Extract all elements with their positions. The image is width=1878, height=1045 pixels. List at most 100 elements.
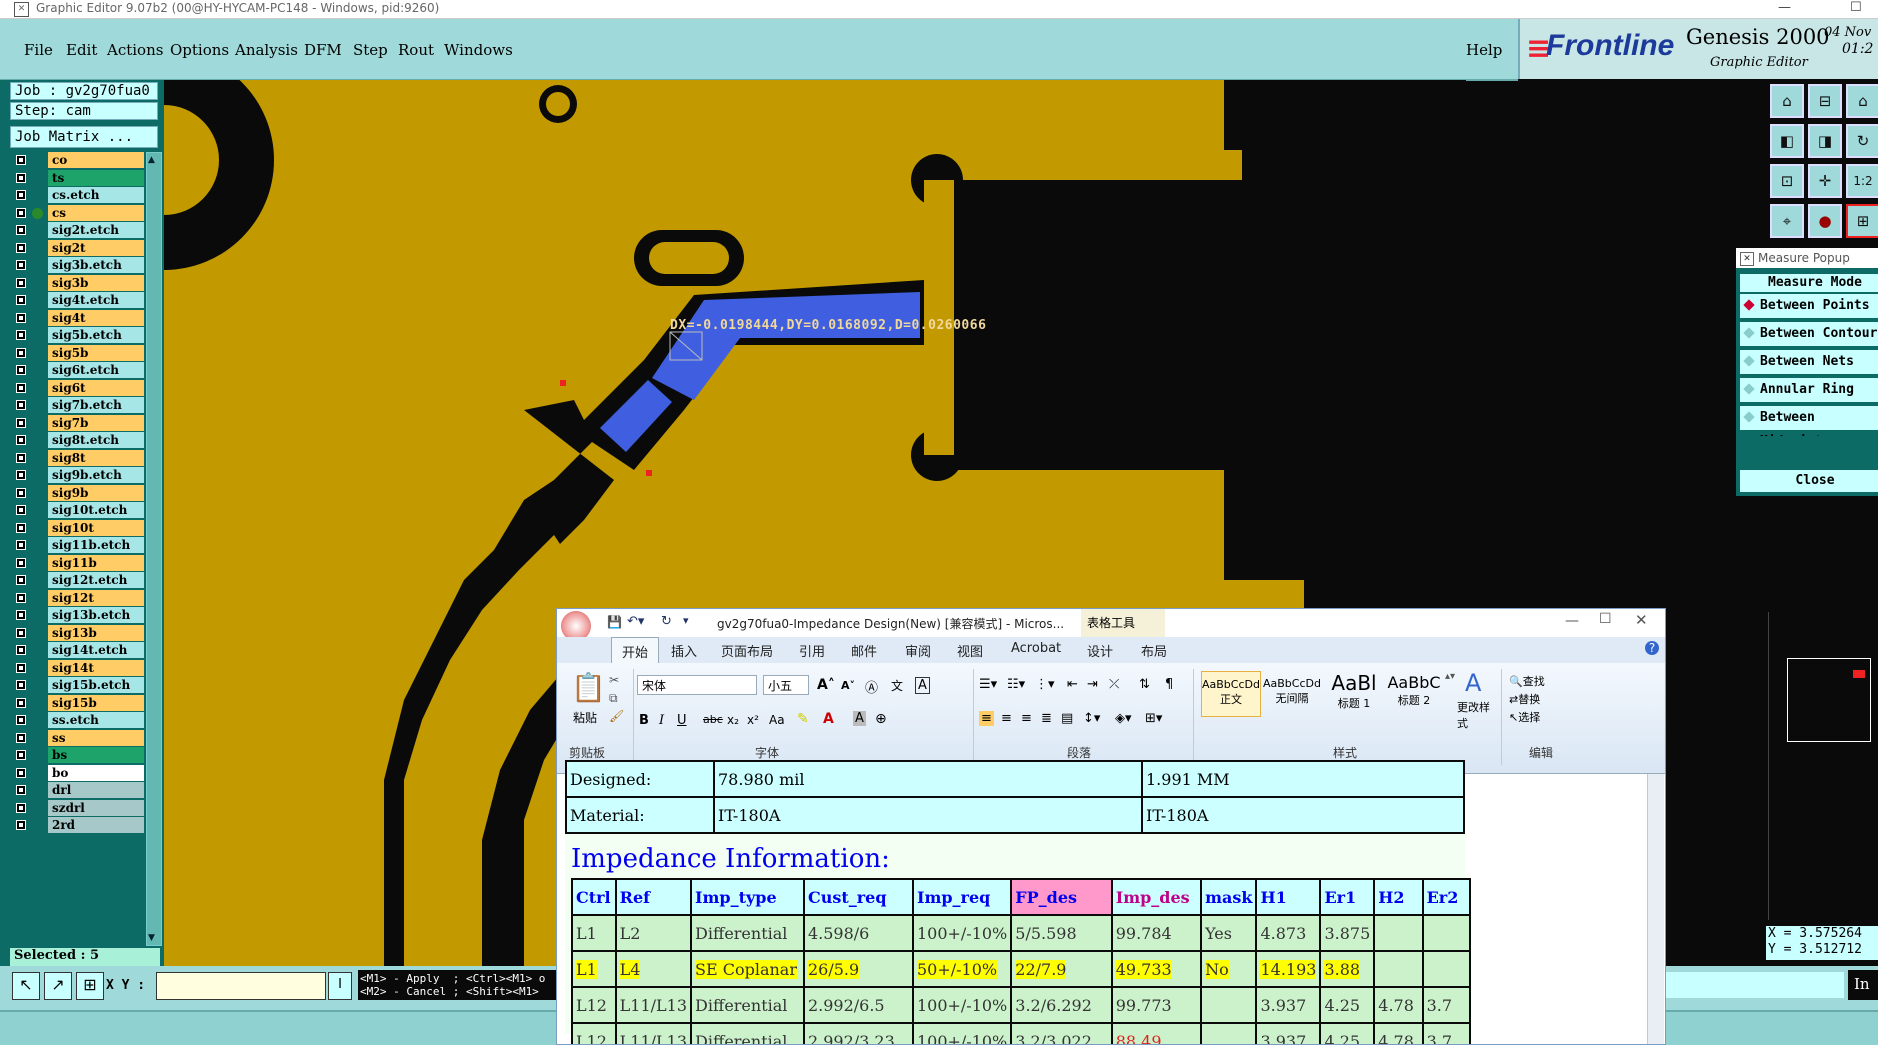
layer-checkbox[interactable] xyxy=(16,260,26,270)
menu-rout[interactable]: Rout xyxy=(398,41,434,59)
layer-scrollbar[interactable]: ▲ ▼ xyxy=(146,152,162,946)
change-case-icon[interactable]: Aa xyxy=(769,713,785,727)
table-cell[interactable]: 3.7 xyxy=(1423,987,1470,1023)
layer-row[interactable]: sig15b xyxy=(14,695,132,712)
layer-name[interactable]: szdrl xyxy=(48,800,144,816)
close-button[interactable]: Close xyxy=(1740,470,1878,492)
layer-checkbox[interactable] xyxy=(16,435,26,445)
table-cell[interactable] xyxy=(1374,951,1422,987)
style-normal[interactable]: AaBbCcDd 正文 xyxy=(1201,671,1261,717)
tab-mailings[interactable]: 邮件 xyxy=(851,641,877,660)
doc-scrollbar[interactable] xyxy=(1647,774,1664,1044)
layer-name[interactable]: sig13b xyxy=(48,625,144,641)
layer-checkbox[interactable] xyxy=(16,750,26,760)
layer-row[interactable]: ts xyxy=(14,170,132,187)
copy-icon[interactable]: ⧉ xyxy=(609,691,618,706)
table-cell[interactable]: 100+/-10% xyxy=(913,1023,1011,1045)
layer-checkbox[interactable] xyxy=(16,225,26,235)
layer-row[interactable]: sig13b.etch xyxy=(14,607,132,624)
grow-font-icon[interactable]: A˄ xyxy=(817,677,835,693)
job-matrix-button[interactable]: Job Matrix ... xyxy=(10,126,158,148)
fit-button[interactable]: ⊡ xyxy=(1770,164,1804,198)
layer-row[interactable]: sig9b.etch xyxy=(14,467,132,484)
menu-edit[interactable]: Edit xyxy=(66,41,97,59)
underline-icon[interactable]: U xyxy=(677,713,687,728)
tab-acrobat[interactable]: Acrobat xyxy=(1011,641,1061,656)
layer-row[interactable]: sig7b xyxy=(14,415,132,432)
menu-dfm[interactable]: DFM xyxy=(304,41,342,59)
quick-access-menu-icon[interactable]: ▾ xyxy=(683,614,689,627)
menu-step[interactable]: Step xyxy=(353,41,388,59)
scale-button[interactable]: 1:2 xyxy=(1846,164,1878,198)
layer-name[interactable]: sig6t xyxy=(48,380,144,396)
layer-name[interactable]: sig3b xyxy=(48,275,144,291)
table-cell[interactable]: L11/L13 xyxy=(616,987,691,1023)
change-styles-button[interactable]: A 更改样式 xyxy=(1457,669,1499,729)
snap-tool-button[interactable]: ↗ xyxy=(44,972,72,1000)
layer-row[interactable]: sig4t xyxy=(14,310,132,327)
replace-button[interactable]: ⇄替换 xyxy=(1509,691,1540,707)
layer-checkbox[interactable] xyxy=(16,803,26,813)
layer-name[interactable]: sig5b xyxy=(48,345,144,361)
layer-name[interactable]: sig4t.etch xyxy=(48,292,144,308)
table-cell[interactable]: 5/5.598 xyxy=(1011,915,1111,951)
decrease-indent-icon[interactable]: ⇤ xyxy=(1067,677,1078,692)
mode-between-points[interactable]: Between Points xyxy=(1740,294,1878,318)
table-cell[interactable]: 3.2/6.292 xyxy=(1011,987,1111,1023)
table-cell[interactable]: 4.78 xyxy=(1374,1023,1422,1045)
layer-row[interactable]: cs.etch xyxy=(14,187,132,204)
numbering-icon[interactable]: ☷▾ xyxy=(1007,677,1025,692)
mode-between-midpoints[interactable]: Between Midpoints xyxy=(1740,406,1878,430)
layer-row[interactable]: sig6t xyxy=(14,380,132,397)
table-cell[interactable]: 4.78 xyxy=(1374,987,1422,1023)
paste-icon[interactable]: 📋 xyxy=(571,671,606,704)
strikethrough-icon[interactable]: abc xyxy=(703,713,723,726)
word-minimize-button[interactable]: — xyxy=(1565,613,1579,629)
table-cell[interactable]: 22/7.9 xyxy=(1011,951,1111,987)
font-color-icon[interactable]: A xyxy=(823,711,834,727)
pan-right-button[interactable]: ◨ xyxy=(1808,124,1842,158)
layer-checkbox[interactable] xyxy=(16,733,26,743)
layer-checkbox[interactable] xyxy=(16,383,26,393)
layer-row[interactable]: ss xyxy=(14,730,132,747)
zoom-home-button[interactable]: ⌂ xyxy=(1770,84,1804,118)
layer-row[interactable]: sig4t.etch xyxy=(14,292,132,309)
cut-icon[interactable]: ✂ xyxy=(609,673,619,687)
table-cell[interactable] xyxy=(1423,915,1470,951)
layer-checkbox[interactable] xyxy=(16,295,26,305)
char-shading-icon[interactable]: A xyxy=(853,711,866,726)
layer-checkbox[interactable] xyxy=(16,645,26,655)
layer-row[interactable]: ss.etch xyxy=(14,712,132,729)
layer-row[interactable]: sig12t.etch xyxy=(14,572,132,589)
layer-checkbox[interactable] xyxy=(16,400,26,410)
mode-between-nets[interactable]: Between Nets xyxy=(1740,350,1878,374)
redo-icon[interactable]: ↻ xyxy=(661,614,672,629)
table-cell[interactable] xyxy=(1374,915,1422,951)
mode-annular-ring[interactable]: Annular Ring xyxy=(1740,378,1878,402)
layer-name[interactable]: sig14t xyxy=(48,660,144,676)
table-cell[interactable]: 88.49 xyxy=(1112,1023,1201,1045)
table-cell[interactable]: L4 xyxy=(616,951,691,987)
styles-scroll-icon[interactable]: ▴▾ xyxy=(1445,671,1455,682)
layer-row[interactable]: sig11b xyxy=(14,555,132,572)
layer-name[interactable]: sig10t.etch xyxy=(48,502,144,518)
grid-tool-button[interactable]: ⊞ xyxy=(76,972,104,1000)
layer-checkbox[interactable] xyxy=(16,680,26,690)
bullets-icon[interactable]: ☰▾ xyxy=(979,677,997,692)
shrink-font-icon[interactable]: A˅ xyxy=(841,679,855,692)
table-cell[interactable]: 3.875 xyxy=(1320,915,1374,951)
menu-options[interactable]: Options xyxy=(170,41,229,59)
borders-icon[interactable]: ⊞▾ xyxy=(1145,711,1162,726)
find-button[interactable]: 🔍查找 xyxy=(1509,673,1545,689)
layer-checkbox[interactable] xyxy=(16,365,26,375)
layer-row[interactable]: sig7b.etch xyxy=(14,397,132,414)
layer-checkbox[interactable] xyxy=(16,610,26,620)
bold-icon[interactable]: B xyxy=(639,713,649,728)
layer-checkbox[interactable] xyxy=(16,575,26,585)
layer-checkbox[interactable] xyxy=(16,505,26,515)
show-marks-icon[interactable]: ¶ xyxy=(1165,677,1173,692)
table-cell[interactable]: 2.992/3.23 xyxy=(804,1023,913,1045)
select-tool-button[interactable]: ↖ xyxy=(12,972,40,1000)
layer-name[interactable]: sig9b xyxy=(48,485,144,501)
table-cell[interactable]: 3.7 xyxy=(1423,1023,1470,1045)
